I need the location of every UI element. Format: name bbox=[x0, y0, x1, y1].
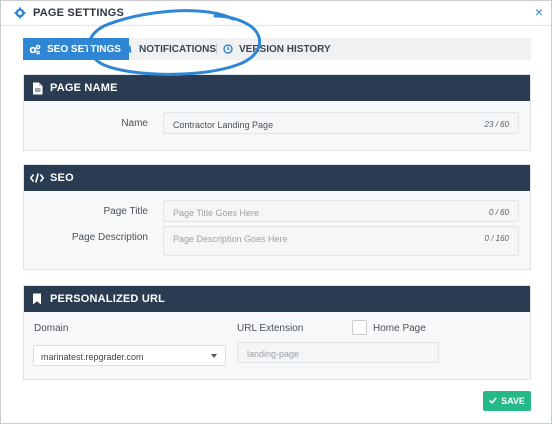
page-name-header: PAGE NAME bbox=[24, 75, 530, 101]
page-title-placeholder: Page Title Goes Here bbox=[173, 208, 260, 218]
tab-label: NOTIFICATIONS bbox=[139, 43, 217, 55]
page-settings-dialog: PAGE SETTINGS × SEO SETTINGS NOTIFICATIO… bbox=[0, 0, 552, 424]
panel-title: SEO bbox=[50, 172, 74, 184]
settings-tabs: SEO SETTINGS NOTIFICATIONS VERSION HISTO… bbox=[23, 38, 531, 60]
page-description-textarea[interactable]: Page Description Goes Here 0 / 160 bbox=[163, 226, 519, 256]
home-page-checkbox[interactable] bbox=[352, 320, 367, 335]
bookmark-icon bbox=[30, 292, 44, 306]
page-description-label: Page Description bbox=[71, 232, 148, 243]
close-button[interactable]: × bbox=[535, 5, 543, 19]
chevron-down-icon bbox=[211, 354, 217, 358]
personalized-url-header: PERSONALIZED URL bbox=[24, 286, 530, 312]
domain-value: marinatest.repgrader.com bbox=[41, 352, 144, 362]
document-icon bbox=[30, 81, 44, 95]
url-extension-input[interactable]: landing-page bbox=[237, 342, 439, 363]
domain-label: Domain bbox=[34, 323, 69, 334]
page-name-input[interactable]: Contractor Landing Page 23 / 60 bbox=[163, 112, 519, 134]
dialog-title: PAGE SETTINGS bbox=[33, 7, 125, 19]
panel-title: PERSONALIZED URL bbox=[50, 293, 166, 305]
page-name-value: Contractor Landing Page bbox=[173, 120, 274, 130]
tab-label: SEO SETTINGS bbox=[47, 43, 121, 55]
seo-header: SEO bbox=[24, 165, 530, 191]
gear-icon bbox=[14, 7, 26, 19]
name-label: Name bbox=[121, 118, 148, 129]
tab-seo-settings[interactable]: SEO SETTINGS bbox=[23, 38, 129, 60]
clock-icon bbox=[223, 44, 233, 54]
tab-divider bbox=[216, 43, 217, 55]
gears-icon bbox=[29, 44, 41, 55]
page-name-counter: 23 / 60 bbox=[484, 120, 509, 129]
code-icon bbox=[30, 171, 44, 185]
domain-select[interactable]: marinatest.repgrader.com bbox=[33, 345, 226, 366]
url-extension-placeholder: landing-page bbox=[247, 349, 300, 359]
panel-title: PAGE NAME bbox=[50, 82, 118, 94]
page-description-placeholder: Page Description Goes Here bbox=[173, 234, 288, 244]
page-title-counter: 0 / 60 bbox=[488, 208, 509, 217]
tab-label: VERSION HISTORY bbox=[239, 43, 331, 55]
url-extension-label: URL Extension bbox=[237, 323, 304, 334]
page-title-input[interactable]: Page Title Goes Here 0 / 60 bbox=[163, 200, 519, 222]
tab-version-history[interactable]: VERSION HISTORY bbox=[223, 38, 331, 60]
checkmark-icon bbox=[489, 396, 497, 406]
dialog-titlebar: PAGE SETTINGS × bbox=[1, 1, 551, 26]
save-button[interactable]: SAVE bbox=[483, 391, 531, 411]
page-title-label: Page Title bbox=[103, 206, 148, 217]
tab-notifications[interactable]: NOTIFICATIONS bbox=[123, 38, 216, 60]
home-page-label: Home Page bbox=[373, 323, 426, 334]
save-label: SAVE bbox=[501, 396, 525, 406]
page-description-counter: 0 / 160 bbox=[484, 234, 509, 243]
bell-icon bbox=[123, 44, 133, 55]
